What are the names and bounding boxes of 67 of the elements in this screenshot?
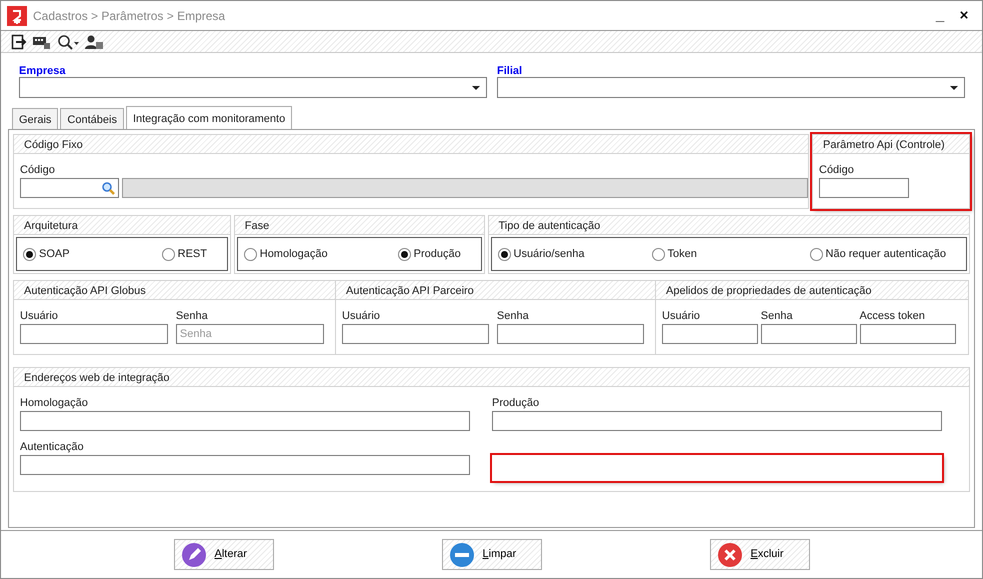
radio-label: Produção	[414, 246, 461, 262]
field-label: Filial	[497, 64, 524, 77]
edit-button[interactable]: Alterar	[174, 539, 274, 570]
input-field[interactable]	[492, 411, 942, 431]
field-label: Homologação	[20, 396, 89, 408]
minus-icon	[448, 542, 474, 568]
lookup-field[interactable]	[20, 178, 119, 198]
input-field[interactable]	[760, 324, 857, 344]
radio-button[interactable]	[398, 248, 411, 260]
field-label: Usuário	[342, 309, 381, 321]
field-label: Produção	[492, 396, 540, 408]
field-label: Autenticação	[20, 440, 85, 452]
exit-icon[interactable]	[11, 34, 27, 50]
radio-label: Token	[668, 246, 697, 262]
group-title: Tipo de autenticação	[488, 216, 969, 235]
clear-button[interactable]: Limpar	[442, 539, 542, 570]
radio-label: Não requer autenticação	[826, 246, 946, 262]
radio-button[interactable]	[498, 248, 510, 260]
group-title: Endereços web de integração	[14, 368, 969, 387]
radio-label: SOAP	[39, 246, 70, 262]
field-label: Código	[819, 163, 855, 175]
window-control-button[interactable]: _	[928, 8, 952, 23]
input-field[interactable]	[662, 324, 758, 344]
group-title: Código Fixo	[14, 135, 808, 154]
radio-label: REST	[178, 246, 207, 262]
input-field[interactable]: Senha	[176, 324, 324, 344]
tab[interactable]: Contábeis	[60, 108, 124, 129]
group-title: Fase	[234, 216, 484, 235]
group-title: Autenticação API Globus	[14, 281, 335, 300]
input-field[interactable]	[496, 324, 644, 344]
field-label: Código	[20, 163, 56, 175]
field-label: Usuário	[20, 309, 59, 321]
group-title: Arquitetura	[14, 216, 230, 235]
group-title: Autenticação API Parceiro	[336, 281, 655, 300]
edit-icon	[180, 542, 206, 568]
input-field[interactable]	[20, 455, 470, 475]
radio-button[interactable]	[244, 248, 257, 260]
group-title: Apelidos de propriedades de autenticação	[656, 281, 968, 300]
radio-label: Usuário/senha	[514, 246, 584, 262]
window-control-button[interactable]: ×	[952, 8, 976, 23]
field-label: Empresa	[19, 64, 66, 77]
input-field[interactable]	[860, 324, 956, 344]
input-field[interactable]	[20, 411, 470, 431]
field-label: Usuário	[662, 309, 701, 321]
close-icon	[716, 542, 742, 568]
radio-button[interactable]	[162, 248, 175, 260]
radio-button[interactable]	[652, 248, 664, 260]
radio-button[interactable]	[810, 248, 823, 260]
field-label: Access token	[860, 309, 926, 321]
group-title: Parâmetro Api (Controle)	[813, 135, 969, 154]
search-icon[interactable]	[57, 34, 79, 50]
field-label: Senha	[176, 309, 209, 321]
radio-button[interactable]	[23, 248, 36, 260]
tab[interactable]: Integração com monitoramento	[126, 106, 292, 129]
field-label: Senha	[496, 309, 530, 321]
window-title: Cadastros > Parâmetros > Empresa	[33, 8, 226, 24]
input-field[interactable]	[819, 178, 909, 198]
input-field[interactable]	[342, 324, 490, 344]
dropdown-field[interactable]	[497, 77, 965, 98]
input-field[interactable]	[20, 324, 168, 344]
delete-button[interactable]: Excluir	[710, 539, 810, 570]
dropdown-field[interactable]	[19, 77, 487, 98]
radio-label: Homologação	[260, 246, 328, 262]
app-logo-icon	[7, 6, 27, 26]
user-icon[interactable]	[85, 34, 103, 50]
tab[interactable]: Gerais	[12, 108, 58, 129]
field-label: Senha	[760, 309, 794, 321]
